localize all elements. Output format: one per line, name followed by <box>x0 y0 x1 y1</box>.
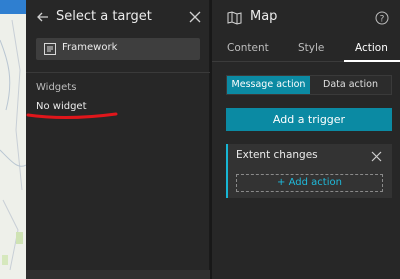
add-action-button[interactable]: + Add action <box>236 174 383 192</box>
close-icon[interactable] <box>188 10 202 24</box>
divider <box>26 72 210 73</box>
svg-text:?: ? <box>380 15 385 25</box>
tab-style[interactable]: Style <box>298 42 324 54</box>
trigger-title: Extent changes <box>236 149 318 161</box>
tab-action[interactable]: Action <box>355 42 388 54</box>
select-target-title: Select a target <box>56 9 152 24</box>
framework-item[interactable]: Framework <box>36 38 200 60</box>
settings-tabs: Content Style Action <box>212 38 400 62</box>
message-action-button[interactable]: Message action <box>227 76 310 94</box>
map-settings-panel: Map ? Content Style Action Message actio… <box>212 0 400 279</box>
action-type-toggle: Message action Data action <box>226 75 392 95</box>
red-underline-annotation <box>26 112 118 120</box>
framework-label: Framework <box>62 42 118 53</box>
map-title: Map <box>250 9 278 24</box>
map-canvas[interactable] <box>0 0 26 279</box>
help-icon[interactable]: ? <box>375 11 389 25</box>
trigger-card: Extent changes + Add action <box>226 144 392 198</box>
close-icon[interactable] <box>371 151 382 162</box>
map-settings-header: Map ? <box>212 0 400 36</box>
map-icon <box>227 11 242 25</box>
tab-content[interactable]: Content <box>227 42 269 54</box>
select-target-header: Select a target <box>26 0 210 34</box>
active-tab-indicator <box>344 60 400 62</box>
add-trigger-button[interactable]: Add a trigger <box>226 108 392 131</box>
panel-footer <box>26 270 210 279</box>
widgets-heading: Widgets <box>36 82 77 93</box>
data-action-button[interactable]: Data action <box>310 76 391 94</box>
select-target-panel: Select a target Framework Widgets No wid… <box>26 0 210 279</box>
map-roads <box>0 19 26 271</box>
framework-icon <box>44 43 56 55</box>
arrow-left-icon[interactable] <box>36 10 50 24</box>
